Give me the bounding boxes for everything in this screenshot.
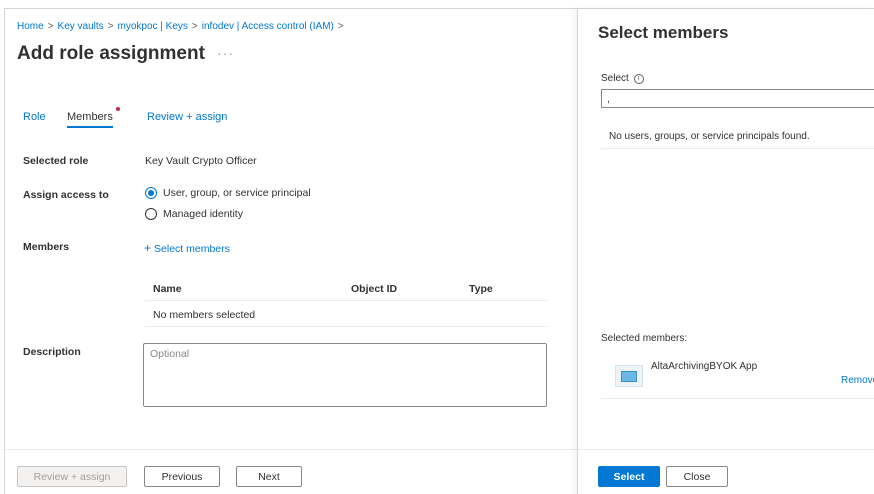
breadcrumb-separator: > bbox=[47, 21, 54, 32]
list-item: AltaArchivingBYOK App Remove bbox=[601, 351, 874, 399]
radio-selected-icon[interactable] bbox=[145, 187, 157, 199]
breadcrumb-keys[interactable]: myokpoc | Keys bbox=[118, 21, 188, 32]
page-title: Add role assignment bbox=[17, 43, 205, 64]
col-name: Name bbox=[153, 283, 182, 295]
members-table: Name Object ID Type No members selected bbox=[145, 279, 547, 327]
breadcrumb: Home > Key vaults > myokpoc | Keys > infodev |… bbox=[17, 21, 348, 32]
tab-members-label: Members bbox=[67, 111, 113, 123]
breadcrumb-iam[interactable]: infodev | Access control (IAM) bbox=[202, 21, 334, 32]
radio-user-group-sp-label: User, group, or service principal bbox=[163, 187, 311, 199]
col-object-id: Object ID bbox=[351, 283, 398, 295]
panel-footer: Select Close bbox=[578, 449, 874, 494]
footer: Review + assign Previous Next bbox=[5, 449, 577, 494]
next-button[interactable]: Next bbox=[236, 466, 302, 487]
table-empty-text: No members selected bbox=[153, 309, 256, 321]
tab-review-assign[interactable]: Review + assign bbox=[147, 111, 227, 123]
review-assign-button[interactable]: Review + assign bbox=[17, 466, 127, 487]
select-members-panel: Select members Select i No users, groups… bbox=[577, 9, 874, 494]
assign-access-label: Assign access to bbox=[23, 189, 109, 201]
table-header: Name Object ID Type bbox=[145, 279, 547, 301]
selected-role-value: Key Vault Crypto Officer bbox=[145, 155, 257, 167]
required-dot-icon bbox=[115, 107, 120, 111]
more-icon[interactable]: ··· bbox=[217, 45, 234, 61]
plus-icon: + bbox=[144, 241, 152, 255]
select-members-text: Select members bbox=[154, 243, 230, 255]
close-button[interactable]: Close bbox=[666, 466, 728, 487]
member-name: AltaArchivingBYOK App bbox=[651, 361, 758, 372]
selected-members-label: Selected members: bbox=[601, 333, 688, 344]
add-role-assignment-pane: Home > Key vaults > myokpoc | Keys > infodev |… bbox=[5, 9, 577, 494]
panel-title: Select members bbox=[598, 23, 729, 42]
breadcrumb-separator: > bbox=[191, 21, 198, 32]
app-icon bbox=[615, 365, 643, 387]
radio-user-group-sp[interactable]: User, group, or service principal bbox=[145, 187, 311, 199]
radio-managed-identity-label: Managed identity bbox=[163, 208, 243, 220]
select-label: Select i bbox=[601, 73, 644, 84]
select-members-link[interactable]: + Select members bbox=[144, 241, 230, 255]
tab-members[interactable]: Members bbox=[67, 107, 120, 128]
remove-link[interactable]: Remove bbox=[841, 375, 874, 386]
members-label: Members bbox=[23, 241, 70, 253]
search-input[interactable] bbox=[601, 89, 874, 108]
selected-role-label: Selected role bbox=[23, 155, 89, 167]
select-label-text: Select bbox=[601, 73, 629, 84]
app-icon-screen bbox=[621, 371, 637, 382]
col-type: Type bbox=[469, 283, 493, 295]
previous-button[interactable]: Previous bbox=[144, 466, 220, 487]
breadcrumb-separator: > bbox=[337, 21, 344, 32]
breadcrumb-separator: > bbox=[107, 21, 114, 32]
tab-role[interactable]: Role bbox=[23, 111, 46, 123]
description-label: Description bbox=[23, 346, 81, 358]
radio-unselected-icon[interactable] bbox=[145, 208, 157, 220]
breadcrumb-home[interactable]: Home bbox=[17, 21, 44, 32]
select-button[interactable]: Select bbox=[598, 466, 660, 487]
search-empty-text: No users, groups, or service principals … bbox=[601, 119, 874, 149]
table-row: No members selected bbox=[145, 301, 547, 327]
info-icon[interactable]: i bbox=[633, 73, 644, 84]
blade-frame: Home > Key vaults > myokpoc | Keys > infodev |… bbox=[4, 8, 874, 494]
breadcrumb-key-vaults[interactable]: Key vaults bbox=[58, 21, 104, 32]
description-field[interactable] bbox=[143, 343, 547, 407]
radio-managed-identity[interactable]: Managed identity bbox=[145, 208, 243, 220]
